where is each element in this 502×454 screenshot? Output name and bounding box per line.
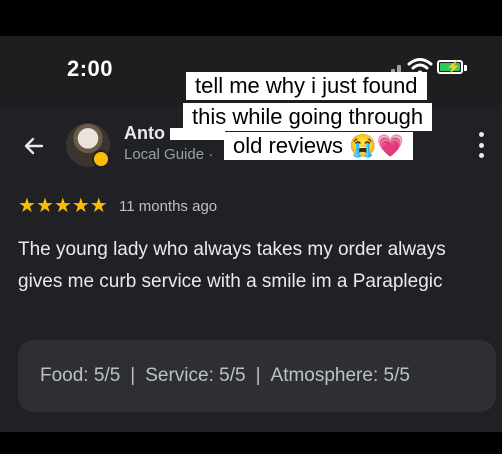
status-time: 2:00 — [67, 56, 114, 81]
review-time: 11 months ago — [119, 198, 218, 215]
food-value: 5/5 — [93, 365, 121, 386]
more-options-button[interactable] — [473, 132, 489, 158]
separator: | — [130, 365, 136, 386]
caption-line-1: tell me why i just found — [186, 72, 427, 100]
service-label: Service: — [145, 365, 214, 386]
battery-icon: ⚡ — [437, 60, 463, 74]
ratings-card: Food: 5/5 | Service: 5/5 | Atmosphere: 5… — [18, 340, 496, 412]
more-vertical-icon — [478, 132, 484, 137]
back-button[interactable] — [18, 130, 50, 162]
review-text: The young lady who always takes my order… — [18, 239, 446, 292]
more-dot — [478, 142, 484, 148]
atmosphere-label: Atmosphere: — [270, 365, 379, 386]
star-rating: ★ ★ ★ ★ ★ — [18, 196, 108, 216]
service-value: 5/5 — [219, 365, 246, 386]
more-dot — [478, 153, 484, 158]
caption-line-3: old reviews 😭💗 — [224, 132, 413, 160]
food-label: Food: — [40, 365, 89, 386]
local-guide-badge-icon — [92, 150, 110, 168]
star-icon: ★ — [18, 195, 36, 217]
star-icon: ★ — [53, 195, 72, 217]
battery-cap — [464, 65, 467, 71]
separator: | — [255, 365, 261, 386]
reviewer-subtitle: Local Guide · — [124, 146, 214, 163]
atmosphere-value: 5/5 — [383, 365, 410, 386]
caption-line-2: this while going through — [183, 103, 433, 131]
bottom-letterbox — [0, 432, 502, 454]
star-icon: ★ — [35, 195, 54, 217]
arrow-left-icon — [24, 137, 44, 155]
star-icon: ★ — [71, 195, 90, 217]
star-icon: ★ — [89, 195, 108, 217]
reviewer-name[interactable]: Anto — [124, 123, 165, 144]
top-letterbox — [0, 0, 502, 36]
